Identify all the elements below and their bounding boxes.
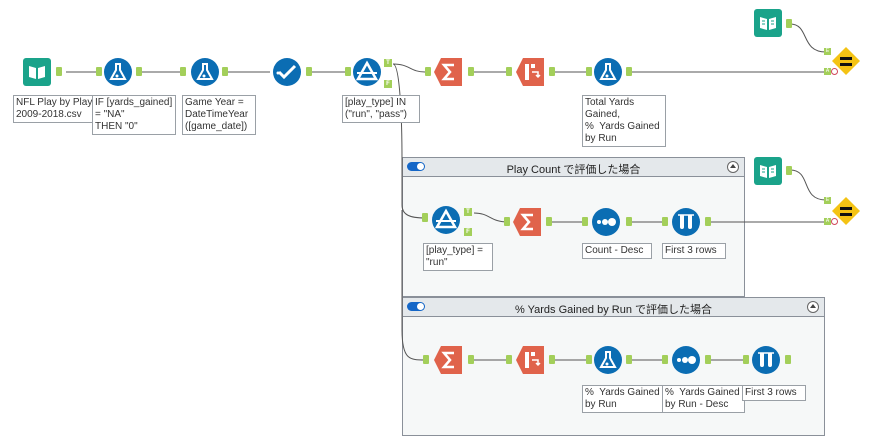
book-icon [754,157,782,185]
output-anchor[interactable] [222,67,228,76]
formula-tool-2[interactable] [190,57,220,87]
input-anchor[interactable] [422,213,428,222]
true-anchor[interactable]: T [464,208,472,216]
true-anchor[interactable]: T [384,59,392,67]
dots-icon [592,208,620,236]
output-anchor[interactable] [468,67,474,76]
sample-tool-1[interactable] [671,207,701,237]
output-anchor[interactable] [705,355,711,364]
input-anchor[interactable] [582,217,588,226]
input-anchor[interactable] [180,67,186,76]
input-anchor[interactable] [743,355,749,364]
output-anchor[interactable] [136,67,142,76]
crosstab-tool[interactable] [515,57,545,87]
annotation-sample-2: First 3 rows [742,385,806,401]
annotation-formula-1: IF [yards_gained] = "NA" THEN "0" [92,95,176,135]
book-icon [754,9,782,37]
flask-icon [594,58,622,86]
annotation-input: NFL Play by Play 2009-2018.csv [13,95,96,123]
output-anchor[interactable] [56,67,62,76]
delta-icon [353,58,381,86]
output-anchor[interactable] [626,67,632,76]
false-anchor[interactable]: F [464,228,472,236]
formula-tool-4[interactable] [593,345,623,375]
annotation-formula-3: Total Yards Gained, % Yards Gained by Ru… [582,95,666,147]
input-anchor[interactable] [506,67,512,76]
input-anchor[interactable] [586,355,592,364]
expected-input-anchor[interactable]: E [824,48,831,55]
delta-icon [432,206,460,234]
flask-icon [104,58,132,86]
annotation-filter-2: [play_type] = "run" [423,243,493,271]
text-input-tool-2[interactable] [753,156,783,186]
error-indicator [831,218,838,225]
summarize-tool-2[interactable] [512,207,542,237]
book-icon [23,58,51,86]
crosstab-tool-2[interactable] [515,345,545,375]
annotation-formula-4: % Yards Gained by Run [582,385,664,413]
annotation-formula-2: Game Year = DateTimeYear ([game_date]) [182,95,256,135]
output-anchor[interactable] [626,355,632,364]
error-indicator [831,68,838,75]
test-tubes-icon [672,208,700,236]
input-anchor[interactable] [662,355,668,364]
output-anchor[interactable] [549,355,555,364]
sample-tool-2[interactable] [751,345,781,375]
filter-tool-1[interactable] [352,57,382,87]
test-tubes-icon [752,346,780,374]
sort-tool-2[interactable] [671,345,701,375]
input-anchor[interactable] [423,355,429,364]
input-anchor[interactable] [506,355,512,364]
actual-input-anchor[interactable]: A [824,68,831,75]
output-anchor[interactable] [468,355,474,364]
false-anchor[interactable]: F [384,80,392,88]
input-anchor[interactable] [96,67,102,76]
flask-icon [594,346,622,374]
summarize-tool-3[interactable] [433,345,463,375]
output-anchor[interactable] [786,166,792,175]
expected-input-anchor[interactable]: E [824,197,831,204]
input-anchor[interactable] [586,67,592,76]
actual-input-anchor[interactable]: A [824,218,831,225]
annotation-filter-1: [play_type] IN ("run", "pass") [342,95,420,123]
select-tool[interactable] [272,57,302,87]
sort-tool-1[interactable] [591,207,621,237]
summarize-tool-1[interactable] [433,57,463,87]
output-anchor[interactable] [626,217,632,226]
output-anchor[interactable] [785,355,791,364]
input-anchor[interactable] [662,217,668,226]
input-anchor[interactable] [504,217,510,226]
text-input-tool-1[interactable] [753,8,783,38]
output-anchor[interactable] [546,217,552,226]
sigma-icon [434,58,462,86]
dots-icon [672,346,700,374]
formula-tool-1[interactable] [103,57,133,87]
input-anchor[interactable] [425,67,431,76]
sigma-icon [513,208,541,236]
output-anchor[interactable] [705,217,711,226]
check-icon [273,58,301,86]
filter-tool-2[interactable] [431,205,461,235]
crosstab-icon [516,346,544,374]
output-anchor[interactable] [549,67,555,76]
output-anchor[interactable] [786,19,792,28]
crosstab-icon [516,58,544,86]
input-anchor[interactable] [345,67,351,76]
input-data-tool[interactable] [22,57,52,87]
formula-tool-3[interactable] [593,57,623,87]
sigma-icon [434,346,462,374]
flask-icon [191,58,219,86]
output-anchor[interactable] [306,67,312,76]
annotation-sort-2: % Yards Gained by Run - Desc [662,385,745,413]
annotation-sample-1: First 3 rows [662,243,726,259]
annotation-sort-1: Count - Desc [582,243,652,259]
